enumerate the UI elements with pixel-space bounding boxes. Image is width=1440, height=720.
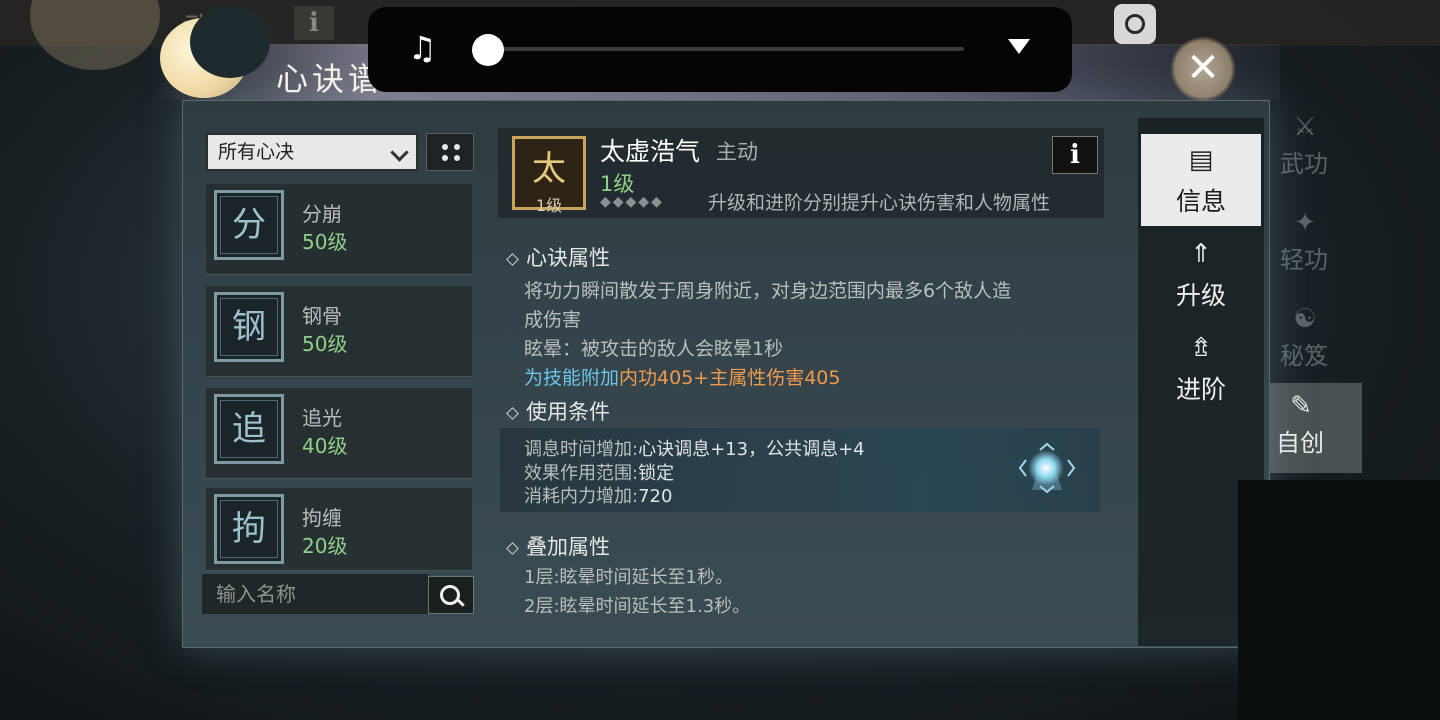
skill-info-button[interactable]: i: [1052, 136, 1098, 174]
skill-glyph-icon: 拘: [214, 494, 284, 564]
attr-line: 眩晕：被攻击的敌人会眩晕1秒: [524, 338, 784, 360]
skill-level: 50级: [302, 332, 348, 356]
section-title-conditions: 使用条件: [508, 396, 610, 426]
attr-bonus: 为技能附加内功405+主属性伤害405: [524, 367, 841, 389]
search-icon[interactable]: [428, 576, 474, 614]
skill-glyph-icon: 追: [214, 394, 284, 464]
condition-line: 消耗内力增加:720: [524, 486, 673, 507]
collapse-caret-icon[interactable]: [1008, 39, 1030, 54]
meditation-icon: ☯: [1293, 304, 1317, 334]
tab-info[interactable]: ▤ 信息: [1141, 134, 1261, 226]
side-tab-martial[interactable]: ⚔ 武功: [1272, 104, 1362, 194]
skill-list-item[interactable]: 追 追光 40级: [206, 388, 472, 479]
hud-info-button[interactable]: i: [294, 6, 334, 40]
skill-list-item[interactable]: 钢 钢骨 50级: [206, 286, 472, 377]
stack-line: 1层:眩晕时间延长至1秒。: [524, 567, 733, 588]
side-tab-secret[interactable]: ☯ 秘笈: [1272, 296, 1362, 386]
music-note-icon[interactable]: ♫: [408, 29, 437, 67]
tab-advance[interactable]: ⇯ 进阶: [1141, 322, 1261, 414]
close-button[interactable]: ✕: [1180, 45, 1226, 91]
attr-line: 将功力瞬间散发于周身附近，对身边范围内最多6个敌人造: [524, 280, 1012, 302]
skill-name: 分崩: [302, 202, 342, 226]
section-title-attributes: 心诀属性: [508, 242, 610, 272]
chevron-down-icon: [390, 143, 409, 162]
music-progress-track[interactable]: [486, 47, 964, 51]
settings-gear-icon[interactable]: [1114, 4, 1156, 44]
target-glow: [1028, 450, 1064, 486]
skill-name: 追光: [302, 406, 342, 430]
background-shadow: [1238, 480, 1440, 720]
skill-list-item[interactable]: 分 分崩 50级: [206, 184, 472, 275]
moon-emblem-shadow: [190, 6, 270, 78]
search-input[interactable]: 输入名称: [202, 574, 428, 614]
skill-level: 50级: [302, 230, 348, 254]
tab-upgrade[interactable]: ⇑ 升级: [1141, 228, 1261, 320]
stack-line: 2层:眩晕时间延长至1.3秒。: [524, 596, 751, 617]
skill-stars: ◆◆◆◆◆: [600, 194, 664, 210]
skill-glyph-icon: 钢: [214, 292, 284, 362]
condition-line: 调息时间增加:心诀调息+13，公共调息+4: [524, 439, 865, 460]
section-title-stack: 叠加属性: [508, 531, 610, 561]
create-icon: ✎: [1290, 391, 1312, 421]
qinggong-icon: ✦: [1294, 208, 1316, 238]
skill-name: 拘缠: [302, 506, 342, 530]
skill-list-item[interactable]: 拘 拘缠 20级: [206, 488, 472, 571]
background-moon: [30, 0, 160, 70]
selected-skill-icon-level: 1级: [535, 196, 563, 215]
music-player-overlay: ♫: [368, 7, 1072, 92]
skill-level: 40级: [302, 434, 348, 458]
grid-view-button[interactable]: [426, 133, 474, 171]
skill-level: 20级: [302, 534, 348, 558]
advance-icon: ⇯: [1190, 333, 1212, 363]
skill-description: 升级和进阶分别提升心诀伤害和人物属性: [708, 192, 1051, 214]
martial-icon: ⚔: [1293, 112, 1317, 142]
skill-filter-dropdown[interactable]: 所有心决: [206, 133, 418, 171]
attr-line: 成伤害: [524, 309, 582, 331]
scroll-icon: ▤: [1188, 145, 1214, 175]
up-arrow-icon: ⇑: [1190, 239, 1212, 269]
side-tab-qinggong[interactable]: ✦ 轻功: [1272, 200, 1362, 290]
skill-glyph-icon: 分: [214, 190, 284, 260]
skill-title: 太虚浩气: [600, 137, 701, 166]
music-progress-thumb[interactable]: [472, 34, 504, 66]
side-tab-create[interactable]: ✎ 自创: [1268, 383, 1362, 473]
skill-type: 主动: [716, 140, 758, 164]
skill-name: 钢骨: [302, 304, 342, 328]
filter-selected: 所有心决: [218, 141, 295, 163]
